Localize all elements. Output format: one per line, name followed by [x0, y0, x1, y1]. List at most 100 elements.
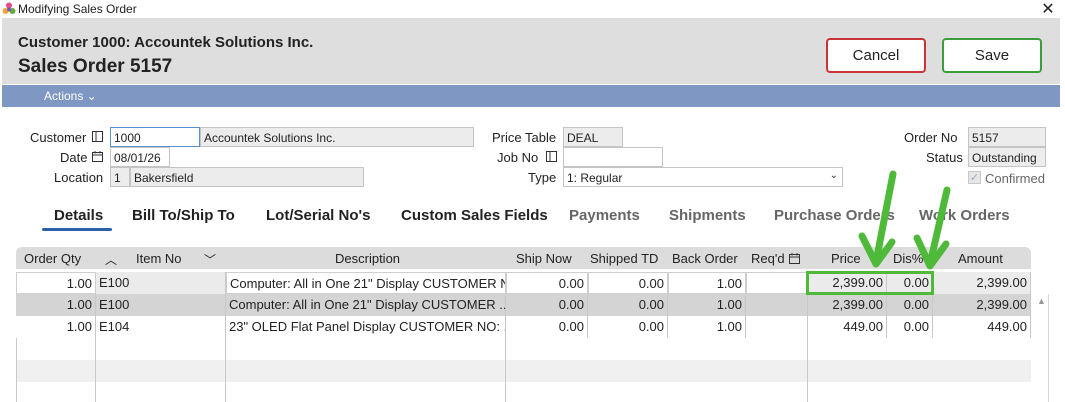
- actions-bar: Actions ⌄: [2, 85, 1060, 107]
- shipped-td-cell: 0.00: [588, 316, 668, 338]
- customer-title: Customer 1000: Accountek Solutions Inc.: [18, 34, 314, 51]
- tab-shipments[interactable]: Shipments: [669, 207, 746, 224]
- calendar-icon[interactable]: [92, 151, 103, 165]
- reqd-cell[interactable]: [746, 272, 808, 294]
- table-row[interactable]: 1.00 E100 Computer: All in One 21" Displ…: [16, 294, 1031, 316]
- ship-now-cell[interactable]: 0.00: [506, 294, 588, 316]
- description-cell[interactable]: 23" OLED Flat Panel Display CUSTOMER NO:…: [226, 316, 506, 338]
- item-no-cell[interactable]: E104: [96, 316, 226, 338]
- location-label: Location: [54, 170, 104, 185]
- item-no-cell[interactable]: E100: [96, 272, 226, 294]
- price-cell[interactable]: 2,399.00: [808, 272, 887, 294]
- actions-menu[interactable]: Actions ⌄: [44, 89, 97, 103]
- tab-work-orders[interactable]: Work Orders: [919, 207, 1010, 224]
- tab-custom-sales-fields[interactable]: Custom Sales Fields: [401, 207, 548, 224]
- amount-cell: 2,399.00: [933, 272, 1031, 294]
- lookup-icon[interactable]: [92, 131, 103, 145]
- chevron-down-icon[interactable]: ﹀: [204, 251, 216, 268]
- price-table-field[interactable]: DEAL: [563, 127, 623, 147]
- item-no-cell[interactable]: E100: [96, 294, 226, 316]
- shipped-td-cell: 0.00: [588, 294, 668, 316]
- tab-details[interactable]: Details: [54, 207, 103, 224]
- active-tab-indicator: [42, 228, 112, 231]
- order-no-field: 5157: [968, 127, 1046, 147]
- order-qty-cell[interactable]: 1.00: [16, 316, 96, 338]
- type-select-value: 1: Regular: [567, 171, 623, 185]
- table-row[interactable]: 1.00 E104 23" OLED Flat Panel Display CU…: [16, 316, 1031, 338]
- back-order-cell[interactable]: 1.00: [668, 272, 746, 294]
- price-cell[interactable]: 449.00: [808, 316, 887, 338]
- col-back-order[interactable]: Back Order: [672, 251, 738, 266]
- col-price[interactable]: Price: [831, 251, 861, 266]
- checkmark-icon: ✓: [969, 172, 980, 184]
- column-divider: [807, 338, 808, 402]
- scroll-up-icon[interactable]: ▲: [1037, 296, 1046, 306]
- amount-cell: 2,399.00: [933, 294, 1031, 316]
- discount-cell[interactable]: 0.00: [887, 294, 933, 316]
- description-cell[interactable]: Computer: All in One 21" Display CUSTOME…: [226, 294, 506, 316]
- cancel-button[interactable]: Cancel: [826, 38, 926, 73]
- description-cell[interactable]: Computer: All in One 21" Display CUSTOME…: [226, 272, 506, 294]
- type-label: Type: [528, 170, 557, 185]
- reqd-cell[interactable]: [746, 294, 808, 316]
- close-icon[interactable]: ✕: [1040, 0, 1056, 19]
- sort-up-icon[interactable]: ︿: [105, 251, 117, 268]
- location-name-field: Bakersfield: [130, 167, 364, 187]
- chevron-down-icon: ⌄: [829, 170, 838, 181]
- price-cell[interactable]: 2,399.00: [808, 294, 887, 316]
- shipped-td-cell: 0.00: [588, 272, 668, 294]
- amount-cell: 449.00: [933, 316, 1031, 338]
- confirmed-label: Confirmed: [985, 171, 1045, 186]
- col-order-qty[interactable]: Order Qty: [24, 251, 81, 266]
- column-divider: [505, 338, 506, 402]
- customer-name-field: Accountek Solutions Inc.: [200, 127, 474, 147]
- confirmed-checkbox[interactable]: ✓: [968, 171, 981, 184]
- col-ship-now[interactable]: Ship Now: [516, 251, 572, 266]
- type-select[interactable]: 1: Regular ⌄: [563, 167, 843, 187]
- col-reqd[interactable]: Req'd: [751, 251, 785, 266]
- discount-cell[interactable]: 0.00: [887, 272, 933, 294]
- col-item-no[interactable]: Item No: [136, 251, 182, 266]
- col-shipped-td[interactable]: Shipped TD: [590, 251, 658, 266]
- calendar-icon: [789, 252, 800, 267]
- ship-now-cell[interactable]: 0.00: [506, 316, 588, 338]
- job-no-label: Job No: [497, 150, 539, 165]
- order-no-label: Order No: [904, 130, 958, 145]
- empty-row: [16, 382, 1031, 402]
- back-order-cell[interactable]: 1.00: [668, 316, 746, 338]
- reqd-cell[interactable]: [746, 316, 808, 338]
- ship-now-cell[interactable]: 0.00: [506, 272, 588, 294]
- location-id-field[interactable]: 1: [110, 167, 130, 187]
- table-row[interactable]: 1.00 E100 Computer: All in One 21" Displ…: [16, 272, 1031, 294]
- col-discount[interactable]: Dis%: [893, 251, 923, 266]
- customer-label: Customer: [30, 130, 87, 145]
- sales-order-window: Modifying Sales Order ✕ Customer 1000: A…: [0, 0, 1065, 402]
- tab-payments[interactable]: Payments: [569, 207, 640, 224]
- empty-row: [16, 360, 1031, 382]
- column-divider: [95, 338, 96, 402]
- back-order-cell[interactable]: 1.00: [668, 294, 746, 316]
- customer-id-field[interactable]: 1000: [110, 127, 200, 147]
- order-header: Customer 1000: Accountek Solutions Inc. …: [2, 18, 1060, 84]
- grid-border: [16, 338, 17, 402]
- date-label: Date: [60, 150, 88, 165]
- col-description[interactable]: Description: [335, 251, 400, 266]
- window-title: Modifying Sales Order: [18, 2, 137, 16]
- tab-purchase-orders[interactable]: Purchase Orders: [774, 207, 895, 224]
- page-title: Sales Order 5157: [18, 56, 173, 77]
- tab-lot-serial[interactable]: Lot/Serial No's: [266, 207, 370, 224]
- order-qty-cell[interactable]: 1.00: [16, 272, 96, 294]
- status-field: Outstanding: [968, 147, 1046, 167]
- discount-cell[interactable]: 0.00: [887, 316, 933, 338]
- app-logo-icon: [2, 2, 16, 14]
- title-bar: Modifying Sales Order ✕: [0, 0, 1065, 18]
- lookup-icon[interactable]: [546, 151, 557, 165]
- save-button[interactable]: Save: [942, 38, 1042, 73]
- order-qty-cell[interactable]: 1.00: [16, 294, 96, 316]
- empty-row: [16, 338, 1031, 360]
- job-no-field[interactable]: [563, 147, 663, 167]
- tab-bill-to-ship-to[interactable]: Bill To/Ship To: [132, 207, 235, 224]
- col-amount[interactable]: Amount: [958, 251, 1003, 266]
- scrollbar-track[interactable]: [1048, 294, 1049, 402]
- date-field[interactable]: 08/01/26: [110, 147, 170, 167]
